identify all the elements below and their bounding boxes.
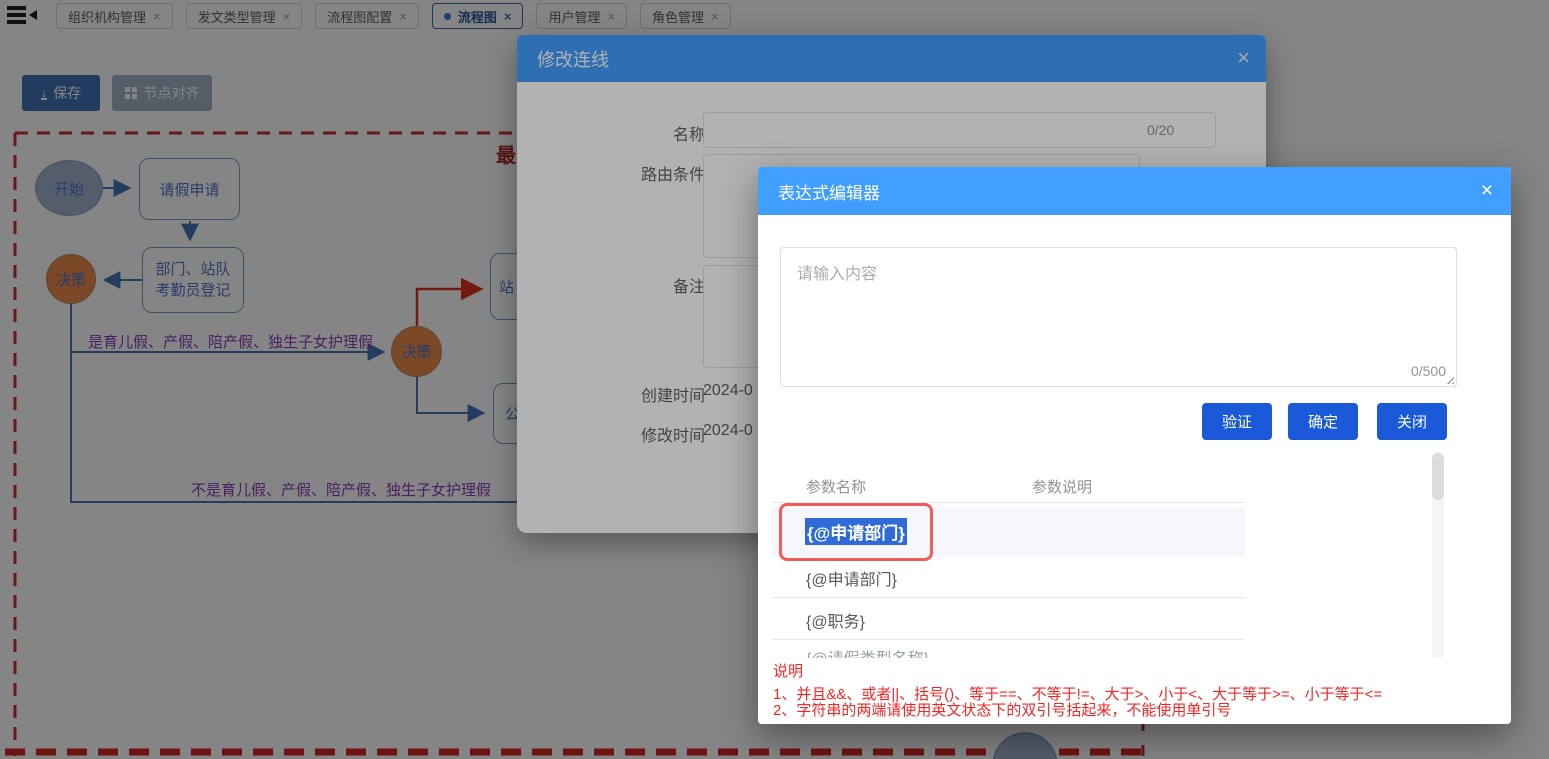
table-divider [772,597,1245,598]
modified-time-label: 修改时间 [640,428,705,445]
node-label: 请假申请 [159,181,220,199]
edge-decision2-to-station-selected[interactable] [415,277,484,326]
table-row[interactable]: {@职务} [806,608,865,632]
node-decision-1[interactable]: 决策 [46,254,96,304]
table-divider [772,639,1245,640]
edge-decision2-to-public[interactable] [416,376,486,422]
selection-highlight-border [779,503,933,561]
remark-label: 备注 [672,279,705,296]
column-header-param-name: 参数名称 [806,479,867,496]
created-time-label: 创建时间 [640,388,705,405]
node-label: 开始 [53,180,84,198]
close-icon[interactable]: × [1237,47,1250,69]
edge-label-no: 不是育儿假、产假、陪产假、独生子女护理假 [191,482,492,499]
node-label: 考勤员登记 [155,282,231,299]
modify-line-modal-header: 修改连线 [517,35,1266,82]
node-label: 部门、站队 [155,261,231,278]
expression-editor-modal: 表达式编辑器 × 请输入内容 0/500 验证 确定 关闭 参数名称 参数说明 … [758,167,1511,724]
node-leave-apply[interactable]: 请假申请 [139,158,240,220]
confirm-button[interactable]: 确定 [1288,403,1358,440]
column-header-param-desc: 参数说明 [1032,479,1093,496]
notes-section: 说明 1、并且&&、或者||、括号()、等于==、不等于!=、大于>、小于<、大… [758,658,1511,724]
validate-button[interactable]: 验证 [1202,403,1272,440]
name-counter: 0/20 [1147,122,1175,138]
modified-time-value: 2024-0 [703,422,753,439]
node-decision-2[interactable]: 决策 [391,326,442,377]
modal-title: 修改连线 [537,49,609,70]
node-label: 决策 [55,271,86,289]
end-node-partial[interactable] [992,732,1058,759]
node-label: 决策 [401,344,432,361]
node-start[interactable]: 开始 [35,160,103,216]
node-label: 站 [499,279,515,296]
close-button[interactable]: 关闭 [1377,403,1447,440]
scrollbar-track[interactable] [1432,452,1444,659]
expression-textarea[interactable]: 请输入内容 0/500 [780,247,1457,387]
notes-heading: 说明 [773,663,804,680]
clipped-param-text: {@请假类型名称} [806,651,929,658]
node-register[interactable]: 部门、站队 考勤员登记 [142,247,244,313]
route-condition-label: 路由条件 [640,167,705,184]
edge-label-top-partial: 最 [496,145,516,167]
modal-title: 表达式编辑器 [778,183,880,203]
textarea-placeholder: 请输入内容 [797,266,878,283]
expression-editor-header: 表达式编辑器 [758,167,1511,215]
textarea-counter: 0/500 [1410,363,1446,379]
table-row[interactable]: {@申请部门} [806,566,897,590]
notes-line-2: 2、字符串的两端请使用英文状态下的双引号括起来，不能使用单引号 [773,702,1232,719]
name-input[interactable] [703,112,1216,148]
name-label: 名称 [672,127,705,144]
created-time-value: 2024-0 [703,382,753,399]
edge-label-yes: 是育儿假、产假、陪产假、独生子女护理假 [88,334,374,351]
table-row-clipped[interactable]: {@请假类型名称} [806,645,1106,658]
close-icon[interactable]: × [1481,180,1493,201]
scrollbar-thumb[interactable] [1432,453,1444,500]
